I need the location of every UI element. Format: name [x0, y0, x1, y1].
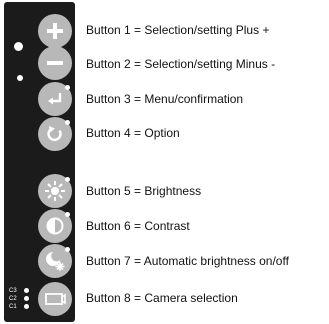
minus-icon: [45, 53, 65, 73]
button-4-description: Button 4 = Option: [86, 126, 180, 140]
option-circular-arrow-icon: [45, 124, 65, 144]
button-6-description: Button 6 = Contrast: [86, 219, 190, 233]
camera-selection-button[interactable]: [38, 282, 72, 316]
button-3-led: [65, 85, 70, 90]
button-4-led: [65, 120, 70, 125]
plus-icon: [45, 21, 65, 41]
button-1-description: Button 1 = Selection/setting Plus +: [86, 23, 270, 37]
plus-button[interactable]: [38, 14, 72, 48]
button-7-description: Button 7 = Automatic brightness on/off: [86, 254, 289, 268]
brightness-icon: [44, 180, 66, 202]
camera-led-c1: [24, 304, 29, 309]
button-7-led: [65, 247, 70, 252]
button-5-description: Button 5 = Brightness: [86, 184, 202, 198]
minus-button[interactable]: [38, 46, 72, 80]
camera-led-c3: [24, 288, 29, 293]
status-led-large: [14, 42, 23, 51]
camera-indicator-label-c2: C2: [9, 296, 17, 302]
contrast-icon: [45, 216, 65, 236]
button-2-description: Button 2 = Selection/setting Minus -: [86, 57, 276, 71]
control-panel: C3 C2 C1: [4, 2, 75, 322]
button-3-description: Button 3 = Menu/confirmation: [86, 92, 244, 106]
camera-led-c2: [24, 296, 29, 301]
enter-icon: [45, 89, 65, 109]
camera-indicator-label-c3: C3: [9, 288, 17, 294]
button-6-led: [65, 212, 70, 217]
auto-brightness-icon: [44, 250, 66, 272]
button-8-description: Button 8 = Camera selection: [86, 291, 238, 305]
camera-icon: [44, 291, 66, 307]
button-5-led: [65, 177, 70, 182]
status-led-small: [17, 75, 23, 81]
camera-indicator-label-c1: C1: [9, 304, 17, 310]
